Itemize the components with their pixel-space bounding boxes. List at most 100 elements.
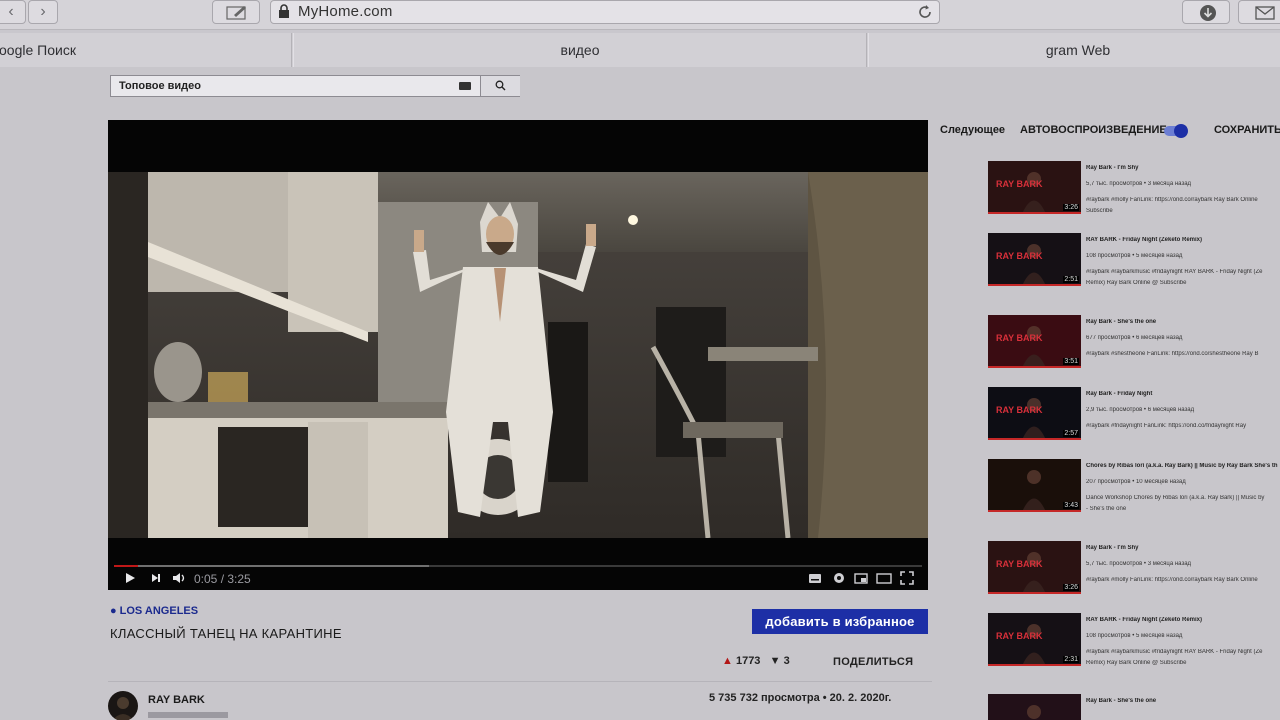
tab-bar: oogle Поиск видео gram Web [0,33,1280,67]
next-button[interactable] [150,571,162,589]
video-thumbnail[interactable]: RAY BARK 3:26 [988,161,1081,214]
recommendation-item[interactable]: RAY BARK 2:31 RAY BARK - Friday Night (Zek… [988,613,1280,669]
video-frame[interactable] [108,172,928,538]
back-button[interactable]: ‹ [0,0,26,24]
watched-bar [988,592,1081,594]
mail-button[interactable] [1238,0,1280,24]
recommendation-title[interactable]: Ray Bark - She's the one [1086,319,1280,325]
save-button[interactable]: СОХРАНИТЬ [1214,124,1280,136]
time-display: 0:05 / 3:25 [194,572,251,586]
recommendation-title[interactable]: Chores by Ribas lori (a.k.a. Ray Bark) |… [1086,463,1280,469]
recommendation-item[interactable]: RAY BARK 3:51 Ray Bark - She's the one 677 … [988,315,1280,371]
recommendation-item[interactable]: RAY BARK 2:57 Ray Bark - Friday Night 2,9 т… [988,387,1280,443]
fullscreen-button[interactable] [900,571,914,589]
video-thumbnail[interactable]: RAY BARK 3:26 [988,541,1081,594]
recommendation-item[interactable]: RAY BARK 2:51 RAY BARK - Friday Night (Zek… [988,233,1280,289]
recommendation-item[interactable]: RAY BARK 3:26 Ray Bark - I'm Shy 5,7 тыс. п… [988,541,1280,597]
video-thumbnail[interactable]: RAY BARK 3:51 [988,315,1081,368]
recommendation-title[interactable]: Ray Bark - I'm Shy [1086,165,1280,171]
browser-toolbar: ‹ › MyHome.com [0,0,1280,30]
forward-button[interactable]: › [28,0,58,24]
thumbs-down-icon[interactable]: ▼ [770,655,781,667]
watched-bar [988,366,1081,368]
progress-bar[interactable] [114,565,922,567]
downloads-button[interactable] [1182,0,1230,24]
compose-button[interactable] [212,0,260,24]
location-tag[interactable]: ● LOS ANGELES [110,605,198,617]
location-pin-icon: ● [110,605,117,617]
divider [108,681,932,682]
recommendation-title[interactable]: Ray Bark - I'm Shy [1086,545,1280,551]
duration-badge: 3:43 [1063,502,1079,509]
play-button[interactable] [124,571,136,589]
duration-badge: 2:31 [1063,656,1079,663]
recommendation-title[interactable]: Ray Bark - Friday Night [1086,391,1280,397]
recommendation-meta: 108 просмотров • 5 месяцев назад [1086,253,1183,259]
search-button[interactable] [480,76,520,96]
volume-button[interactable] [172,571,188,589]
channel-avatar[interactable] [108,691,138,720]
video-thumbnail[interactable]: RAY BARK 2:57 [988,387,1081,440]
lock-icon [279,4,289,18]
recommendation-title[interactable]: RAY BARK - Friday Night (Zeketo Remix) [1086,617,1280,623]
thumbnail-text: RAY BARK [996,251,1043,261]
add-to-favorites-button[interactable]: добавить в избранное [752,609,928,634]
view-count-date: 5 735 732 просмотра • 20. 2. 2020г. [709,692,892,704]
subtitles-icon [809,574,821,583]
rating-bar: ▲ 1773 ▼ 3 [722,655,790,667]
recommendation-description-more: - She's the one [1086,506,1127,512]
recommendation-description-more: Remix) Ray Bark Online @ Subscribe [1086,660,1187,666]
subtitles-button[interactable] [808,571,822,589]
channel-name[interactable]: RAY BARK [148,694,205,706]
page-content: 0:05 / 3:25 ●LOS ANGELES КЛАССНЫЙ ТАНЕЦ … [0,67,1280,720]
tab-google-search[interactable]: oogle Поиск [0,33,292,67]
fullscreen-icon [900,571,914,585]
chevron-left-icon: ‹ [8,3,14,20]
thumbnail-text: RAY BARK [996,631,1043,641]
duration-badge: 2:57 [1063,430,1079,437]
theater-icon [876,573,892,584]
recommendation-title[interactable]: Ray Bark - She's the one [1086,698,1280,704]
theater-mode-button[interactable] [876,571,892,589]
watched-bar [988,438,1081,440]
recommendation-description: #raybark #molly FanLink: https://ond.co/… [1086,197,1258,203]
recommendation-meta: 5,7 тыс. просмотров • 3 месяца назад [1086,181,1192,187]
video-title: КЛАССНЫЙ ТАНЕЦ НА КАРАНТИНЕ [110,626,342,641]
duration-badge: 3:26 [1063,204,1079,211]
autoplay-label: АВТОВОСПРОИЗВЕДЕНИЕ [1020,124,1167,136]
video-thumbnail[interactable]: RAY BARK 2:51 [988,233,1081,286]
keyboard-icon[interactable] [459,82,471,90]
thumbs-up-icon[interactable]: ▲ [722,655,733,667]
progress-loaded [114,565,430,567]
download-icon [1200,5,1216,21]
video-thumbnail[interactable] [988,694,1081,720]
share-button[interactable]: ПОДЕЛИТЬСЯ [833,656,913,668]
chevron-right-icon: › [40,3,46,20]
video-player[interactable]: 0:05 / 3:25 [108,120,928,590]
settings-button[interactable] [832,571,846,589]
miniplayer-button[interactable] [854,571,868,589]
tab-video[interactable]: видео [293,33,867,67]
duration-badge: 3:51 [1063,358,1079,365]
recommendation-meta: 5,7 тыс. просмотров • 3 месяца назад [1086,561,1192,567]
sidebar-header: Следующее АВТОВОСПРОИЗВЕДЕНИЕ СОХРАНИТЬ [940,124,1280,142]
recommendation-description: #raybark #shestheone FanLink: https://on… [1086,351,1259,357]
tab-telegram-web[interactable]: gram Web [868,33,1280,67]
recommendation-title[interactable]: RAY BARK - Friday Night (Zeketo Remix) [1086,237,1280,243]
duration-badge: 2:51 [1063,276,1079,283]
recommendation-item[interactable]: 3:43 Chores by Ribas lori (a.k.a. Ray Bar… [988,459,1280,515]
reload-icon[interactable] [917,4,933,20]
thumbnail-text: RAY BARK [996,405,1043,415]
recommendation-item[interactable]: RAY BARK 3:26 Ray Bark - I'm Shy 5,7 тыс. п… [988,161,1280,217]
avatar-image [112,697,134,720]
duration-badge: 3:26 [1063,584,1079,591]
video-thumbnail[interactable]: 3:43 [988,459,1081,512]
watched-bar [988,212,1081,214]
volume-icon [173,573,185,583]
recommendation-item[interactable]: Ray Bark - She's the one [988,694,1280,720]
video-thumbnail[interactable]: RAY BARK 2:31 [988,613,1081,666]
recommendation-description: #raybark #fridaynight FanLink: https://o… [1086,423,1247,429]
watched-bar [988,284,1081,286]
search-input[interactable] [111,76,479,96]
autoplay-toggle[interactable] [1164,124,1188,138]
